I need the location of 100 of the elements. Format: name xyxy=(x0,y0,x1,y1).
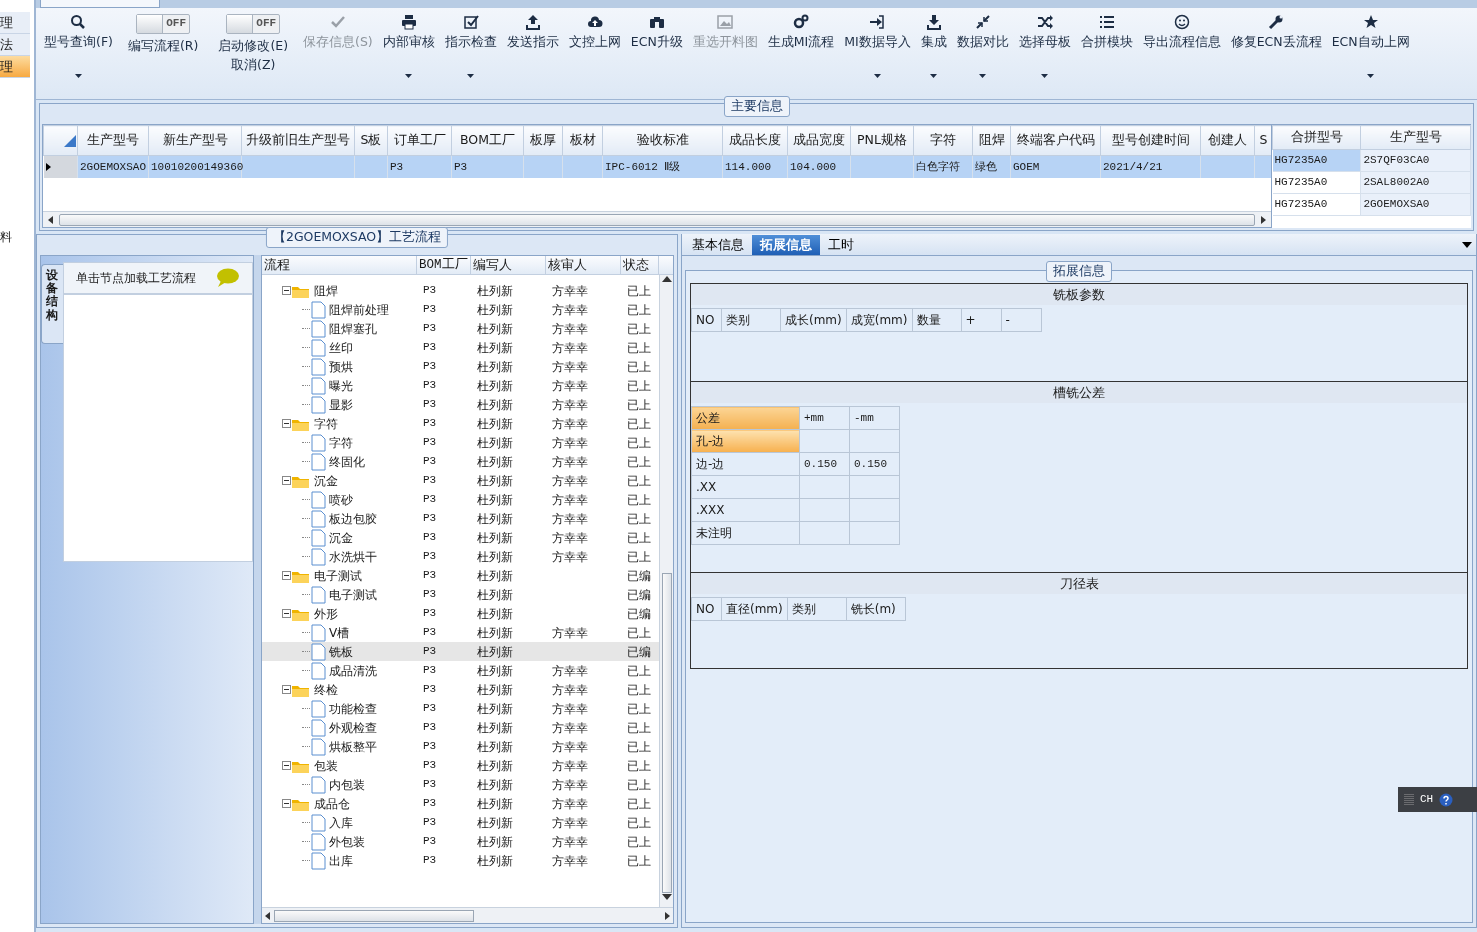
side-tab[interactable]: 设备结构 xyxy=(41,264,63,344)
tree-line xyxy=(302,537,310,538)
toolbar-button[interactable]: 型号查询(F) xyxy=(39,14,118,84)
toggle-switch[interactable]: OFF 编写流程(R) xyxy=(117,14,209,56)
vertical-scrollbar[interactable] xyxy=(659,275,673,907)
tree-row[interactable]: 外包装 P3 杜列新 方幸幸 已上 xyxy=(262,832,659,851)
nav-item[interactable]: 理 xyxy=(0,56,30,78)
tree-row[interactable]: 外观检查 P3 杜列新 方幸幸 已上 xyxy=(262,718,659,737)
tree-row[interactable]: 内包装 P3 杜列新 方幸幸 已上 xyxy=(262,775,659,794)
tree-row[interactable]: 字符 P3 杜列新 方幸幸 已上 xyxy=(262,414,659,433)
tree-row[interactable]: 终检 P3 杜列新 方幸幸 已上 xyxy=(262,680,659,699)
column-header[interactable]: 阻焊 xyxy=(972,125,1011,156)
column-header[interactable]: 新生产型号 xyxy=(148,125,242,156)
column-header[interactable]: 验收标准 xyxy=(602,125,723,156)
tree-row[interactable]: 外形 P3 杜列新 已编 xyxy=(262,604,659,623)
toolbar-button[interactable]: 文控上网 xyxy=(563,14,626,52)
column-header[interactable]: S板 xyxy=(354,125,388,156)
toolbar-button[interactable]: ECN升级 xyxy=(625,14,688,52)
column-header[interactable]: 编写人 xyxy=(471,256,546,274)
tree-row[interactable]: 预烘 P3 杜列新 方幸幸 已上 xyxy=(262,357,659,376)
nav-item[interactable]: 理 xyxy=(0,12,30,34)
language-bar[interactable]: CH xyxy=(1398,787,1477,812)
tree-row[interactable]: 喷砂 P3 杜列新 方幸幸 已上 xyxy=(262,490,659,509)
tree-row[interactable]: 阻焊前处理 P3 杜列新 方幸幸 已上 xyxy=(262,300,659,319)
tab[interactable]: 工时 xyxy=(820,234,862,255)
tree-row[interactable]: 出库 P3 杜列新 方幸幸 已上 xyxy=(262,851,659,870)
collapse-icon[interactable] xyxy=(282,685,291,694)
collapse-icon[interactable] xyxy=(282,571,291,580)
horizontal-scrollbar[interactable] xyxy=(43,211,1271,227)
tree-row[interactable]: 铣板 P3 杜列新 已编 xyxy=(262,642,659,661)
row-indicator[interactable] xyxy=(43,155,78,178)
tab[interactable]: 基本信息 xyxy=(684,234,752,255)
collapse-icon[interactable] xyxy=(282,476,291,485)
toolbar-button[interactable]: 集成 xyxy=(915,14,952,84)
tree-row[interactable]: 电子测试 P3 杜列新 已编 xyxy=(262,566,659,585)
help-icon[interactable] xyxy=(1439,792,1454,807)
compress-icon xyxy=(974,14,991,30)
column-header[interactable]: 板厚 xyxy=(523,125,563,156)
tree-row[interactable]: 成品仓 P3 杜列新 方幸幸 已上 xyxy=(262,794,659,813)
tree-row[interactable]: 板边包胶 P3 杜列新 方幸幸 已上 xyxy=(262,509,659,528)
column-header[interactable]: 生产型号 xyxy=(1360,125,1471,150)
tree-row[interactable]: 成品清洗 P3 杜列新 方幸幸 已上 xyxy=(262,661,659,680)
tab[interactable]: 拓展信息 xyxy=(752,234,820,255)
toolbar-button[interactable]: 选择母板 xyxy=(1013,14,1076,84)
column-header[interactable]: 生产型号 xyxy=(77,125,149,156)
tree-row[interactable]: V槽 P3 杜列新 方幸幸 已上 xyxy=(262,623,659,642)
toolbar-button[interactable]: ECN自动上网 xyxy=(1326,14,1415,84)
tree-row[interactable]: 功能检查 P3 杜列新 方幸幸 已上 xyxy=(262,699,659,718)
column-header[interactable]: 终端客户代码 xyxy=(1010,125,1101,156)
toolbar-button[interactable]: 导出流程信息 xyxy=(1137,14,1226,52)
toggle-switch[interactable]: OFF 启动修改(E) 取消(Z) xyxy=(208,14,299,75)
grip-icon[interactable] xyxy=(1404,793,1414,806)
toolbar-button[interactable]: 修复ECN丢流程 xyxy=(1225,14,1327,52)
column-header[interactable]: BOM工厂 xyxy=(451,125,524,156)
column-header[interactable]: 成品长度 xyxy=(722,125,788,156)
column-header[interactable]: 核审人 xyxy=(546,256,621,274)
dropdown-icon[interactable] xyxy=(1462,241,1472,248)
tree-row[interactable]: 烘板整平 P3 杜列新 方幸幸 已上 xyxy=(262,737,659,756)
table-cell: 方幸幸 xyxy=(552,796,588,811)
nav-item[interactable]: 法 xyxy=(0,34,30,56)
tree-row[interactable]: 终固化 P3 杜列新 方幸幸 已上 xyxy=(262,452,659,471)
collapse-icon[interactable] xyxy=(282,286,291,295)
tree-row[interactable]: 阻焊 P3 杜列新 方幸幸 已上 xyxy=(262,281,659,300)
tree-row[interactable]: 水洗烘干 P3 杜列新 方幸幸 已上 xyxy=(262,547,659,566)
tree-row[interactable]: 包装 P3 杜列新 方幸幸 已上 xyxy=(262,756,659,775)
collapse-icon[interactable] xyxy=(282,761,291,770)
column-header[interactable]: BOM工厂 xyxy=(417,256,471,274)
column-header[interactable]: 合拼型号 xyxy=(1272,125,1361,150)
toolbar-button[interactable]: 合拼模块 xyxy=(1075,14,1138,52)
column-header[interactable]: 板材 xyxy=(562,125,603,156)
horizontal-scrollbar[interactable] xyxy=(262,907,673,923)
tree-row[interactable]: 沉金 P3 杜列新 方幸幸 已上 xyxy=(262,471,659,490)
tree-row[interactable]: 曝光 P3 杜列新 方幸幸 已上 xyxy=(262,376,659,395)
column-header[interactable]: 订单工厂 xyxy=(387,125,452,156)
collapse-icon[interactable] xyxy=(282,419,291,428)
toolbar-button[interactable]: MI数据导入 xyxy=(839,14,916,84)
tree-row[interactable]: 入库 P3 杜列新 方幸幸 已上 xyxy=(262,813,659,832)
table-cell: 方幸幸 xyxy=(552,435,588,450)
collapse-icon[interactable] xyxy=(282,609,291,618)
tree-row[interactable]: 电子测试 P3 杜列新 已编 xyxy=(262,585,659,604)
column-header[interactable]: 升级前旧生产型号 xyxy=(241,125,355,156)
column-header[interactable]: 流程 xyxy=(262,256,417,274)
tree-row[interactable]: 显影 P3 杜列新 方幸幸 已上 xyxy=(262,395,659,414)
tree-row[interactable]: 字符 P3 杜列新 方幸幸 已上 xyxy=(262,433,659,452)
toolbar-button[interactable]: 内部审核 xyxy=(377,14,440,84)
column-header[interactable]: 型号创建时间 xyxy=(1100,125,1201,156)
toolbar-button[interactable]: 数据对比 xyxy=(951,14,1014,84)
column-header[interactable]: 字符 xyxy=(913,125,973,156)
toolbar-button[interactable]: 指示检查 xyxy=(439,14,502,84)
tree-row[interactable]: 沉金 P3 杜列新 方幸幸 已上 xyxy=(262,528,659,547)
column-header[interactable]: 成品宽度 xyxy=(787,125,851,156)
toolbar-button[interactable]: 发送指示 xyxy=(501,14,564,52)
column-header[interactable]: PNL规格 xyxy=(850,125,914,156)
table-cell: 已上 xyxy=(627,739,651,754)
column-header[interactable]: 创建人 xyxy=(1200,125,1255,156)
tree-row[interactable]: 丝印 P3 杜列新 方幸幸 已上 xyxy=(262,338,659,357)
column-header[interactable]: 状态 xyxy=(621,256,659,274)
toolbar-button[interactable]: 生成MI流程 xyxy=(762,14,840,52)
tree-row[interactable]: 阻焊塞孔 P3 杜列新 方幸幸 已上 xyxy=(262,319,659,338)
collapse-icon[interactable] xyxy=(282,799,291,808)
